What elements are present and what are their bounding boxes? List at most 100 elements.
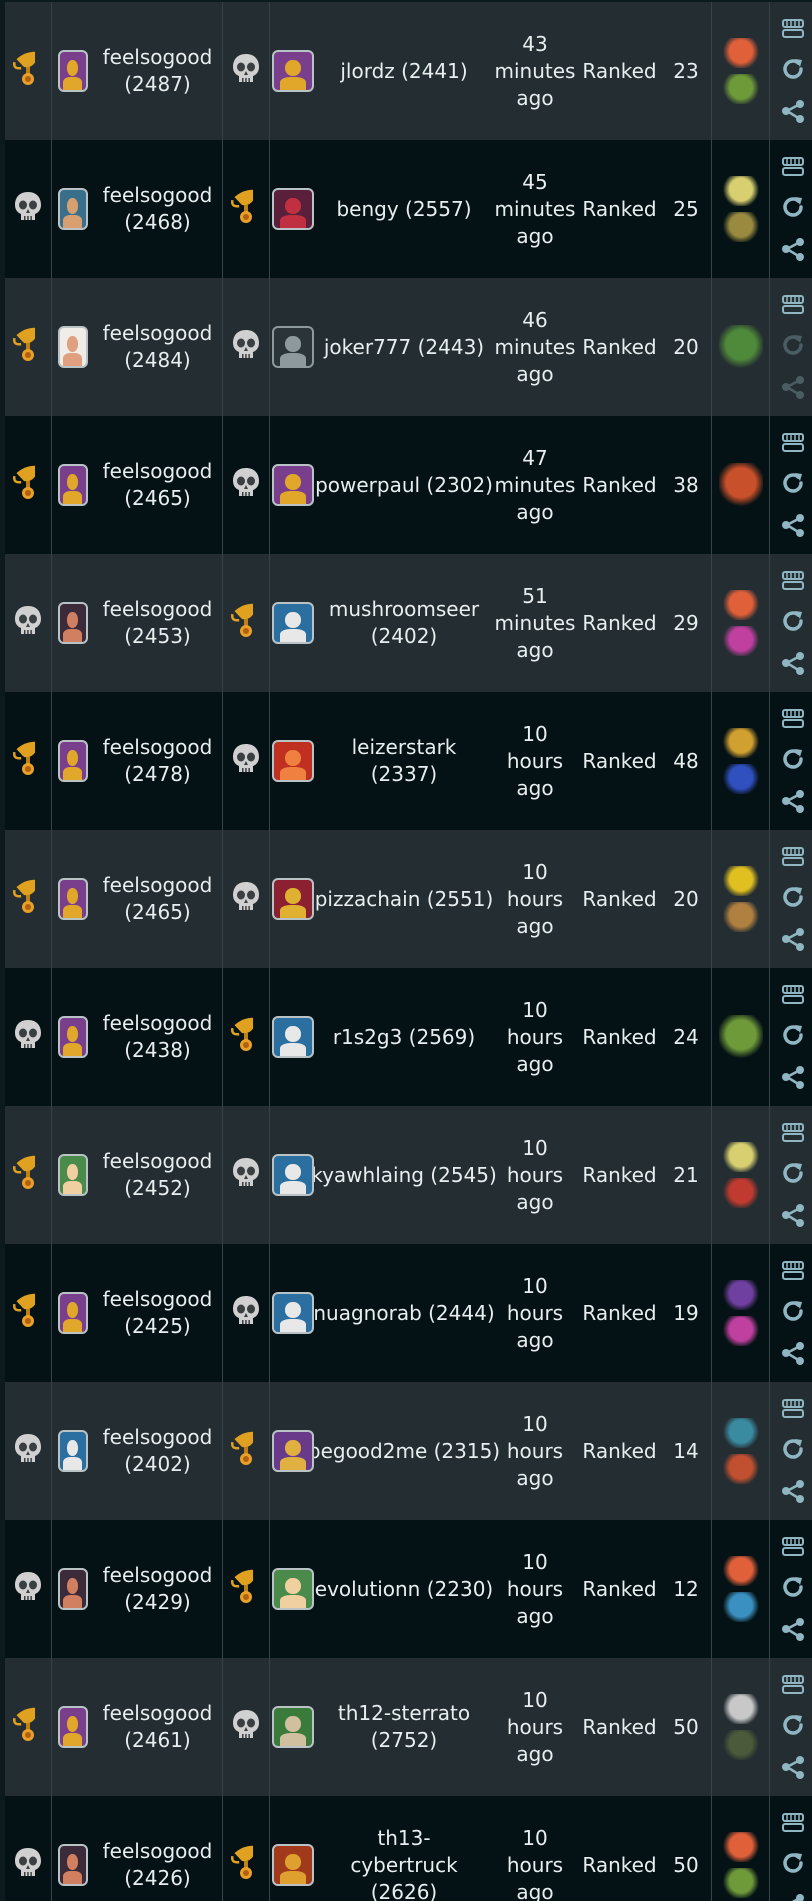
player2-avatar[interactable] bbox=[272, 1154, 314, 1196]
replay-icon[interactable] bbox=[780, 1022, 806, 1048]
player1-name[interactable]: feelsogood bbox=[103, 734, 213, 761]
default-avatar-icon[interactable] bbox=[272, 326, 314, 368]
blue-orb-icon[interactable] bbox=[721, 764, 760, 794]
bandage-icon[interactable] bbox=[721, 38, 760, 68]
player2-avatar[interactable] bbox=[272, 740, 314, 782]
player1-name-cell[interactable]: feelsogood (2478) bbox=[93, 692, 223, 830]
green-hands-icon[interactable] bbox=[721, 1868, 760, 1898]
player2-name-cell[interactable]: r1s2g3 (2569) bbox=[316, 968, 492, 1106]
share-icon[interactable] bbox=[780, 926, 806, 952]
player1-name-cell[interactable]: feelsogood (2402) bbox=[93, 1382, 223, 1520]
deck-list-icon[interactable] bbox=[781, 18, 805, 40]
player1-avatar[interactable] bbox=[57, 740, 88, 782]
player1-name[interactable]: feelsogood bbox=[103, 182, 213, 209]
player2-avatar[interactable] bbox=[272, 50, 314, 92]
player1-avatar[interactable] bbox=[57, 464, 88, 506]
player1-name-cell[interactable]: feelsogood (2429) bbox=[93, 1520, 223, 1658]
replay-icon[interactable] bbox=[780, 1298, 806, 1324]
player1-name[interactable]: feelsogood bbox=[103, 1148, 213, 1175]
share-icon[interactable] bbox=[780, 236, 806, 262]
deck-list-icon[interactable] bbox=[781, 1674, 805, 1696]
player1-name[interactable]: feelsogood bbox=[103, 1562, 213, 1589]
player1-avatar[interactable] bbox=[57, 1706, 88, 1748]
dragon-head-icon[interactable] bbox=[718, 325, 763, 369]
deck-list-icon[interactable] bbox=[781, 1122, 805, 1144]
player2-avatar[interactable] bbox=[272, 1706, 314, 1748]
player1-avatar[interactable] bbox=[57, 50, 88, 92]
player1-avatar[interactable] bbox=[57, 1292, 88, 1334]
lightning-icon[interactable] bbox=[721, 1142, 760, 1172]
green-hands-icon[interactable] bbox=[718, 1015, 763, 1059]
player2-name-cell[interactable]: pizzachain (2551) bbox=[315, 830, 494, 968]
bandage-icon[interactable] bbox=[721, 1832, 760, 1862]
player2-name[interactable]: leizerstark (2337) bbox=[316, 734, 492, 788]
player2-name[interactable]: mushroomseer (2402) bbox=[316, 596, 492, 650]
share-icon[interactable] bbox=[780, 1754, 806, 1780]
player1-name-cell[interactable]: feelsogood (2487) bbox=[93, 2, 223, 140]
player2-name[interactable]: joker777 (2443) bbox=[324, 334, 484, 361]
player2-name-cell[interactable]: bengy (2557) bbox=[316, 140, 492, 278]
player2-name[interactable]: bengy (2557) bbox=[336, 196, 471, 223]
share-icon[interactable] bbox=[780, 1064, 806, 1090]
player2-avatar[interactable] bbox=[272, 1016, 314, 1058]
player1-name-cell[interactable]: feelsogood (2465) bbox=[93, 416, 223, 554]
player1-name-cell[interactable]: feelsogood (2452) bbox=[93, 1106, 223, 1244]
blue-cards-icon[interactable] bbox=[721, 1592, 760, 1622]
color-wheel-icon[interactable] bbox=[721, 626, 760, 656]
player2-name-cell[interactable]: th13-cybertruck (2626) bbox=[316, 1796, 492, 1901]
player1-avatar[interactable] bbox=[57, 1844, 88, 1886]
player2-name[interactable]: th12-sterrato (2752) bbox=[316, 1700, 492, 1754]
player2-name-cell[interactable]: evolutionn (2230) bbox=[315, 1520, 493, 1658]
lightning-icon[interactable] bbox=[721, 176, 760, 206]
share-icon[interactable] bbox=[780, 788, 806, 814]
deck-list-icon[interactable] bbox=[781, 294, 805, 316]
deck-list-icon[interactable] bbox=[781, 156, 805, 178]
player1-avatar[interactable] bbox=[57, 326, 88, 368]
player1-name[interactable]: feelsogood bbox=[103, 44, 213, 71]
shield-icon[interactable] bbox=[721, 728, 760, 758]
bow-icon[interactable] bbox=[721, 902, 760, 932]
replay-icon[interactable] bbox=[780, 194, 806, 220]
share-icon[interactable] bbox=[780, 1892, 806, 1901]
player1-name-cell[interactable]: feelsogood (2438) bbox=[93, 968, 223, 1106]
player2-name[interactable]: begood2me (2315) bbox=[308, 1438, 500, 1465]
replay-icon[interactable] bbox=[780, 1574, 806, 1600]
replay-icon[interactable] bbox=[780, 1436, 806, 1462]
player2-avatar[interactable] bbox=[272, 1292, 314, 1334]
player2-avatar[interactable] bbox=[272, 1430, 314, 1472]
player2-name[interactable]: evolutionn (2230) bbox=[315, 1576, 493, 1603]
replay-icon[interactable] bbox=[780, 1712, 806, 1738]
player2-name[interactable]: powerpaul (2302) bbox=[315, 472, 493, 499]
replay-icon[interactable] bbox=[780, 1850, 806, 1876]
deck-list-icon[interactable] bbox=[781, 1536, 805, 1558]
player1-name[interactable]: feelsogood bbox=[103, 320, 213, 347]
deck-list-icon[interactable] bbox=[781, 708, 805, 730]
player2-name[interactable]: jlordz (2441) bbox=[340, 58, 467, 85]
player1-avatar[interactable] bbox=[57, 188, 88, 230]
deck-list-icon[interactable] bbox=[781, 570, 805, 592]
deck-list-icon[interactable] bbox=[781, 432, 805, 454]
shadow-face-icon[interactable] bbox=[721, 866, 760, 896]
cloud-icon[interactable] bbox=[721, 1694, 760, 1724]
player1-name[interactable]: feelsogood bbox=[103, 596, 213, 623]
player1-name[interactable]: feelsogood bbox=[103, 1838, 213, 1865]
deck-list-icon[interactable] bbox=[781, 984, 805, 1006]
player1-name-cell[interactable]: feelsogood (2468) bbox=[93, 140, 223, 278]
player1-name[interactable]: feelsogood bbox=[103, 1286, 213, 1313]
replay-icon[interactable] bbox=[780, 884, 806, 910]
replay-icon[interactable] bbox=[780, 1160, 806, 1186]
player2-name[interactable]: th13-cybertruck (2626) bbox=[316, 1825, 492, 1901]
share-icon[interactable] bbox=[780, 98, 806, 124]
hooded-figure-icon[interactable] bbox=[721, 1280, 760, 1310]
player2-avatar[interactable] bbox=[272, 188, 314, 230]
player2-name-cell[interactable]: powerpaul (2302) bbox=[315, 416, 493, 554]
player1-name[interactable]: feelsogood bbox=[103, 872, 213, 899]
player2-name[interactable]: nuagnorab (2444) bbox=[313, 1300, 494, 1327]
player1-name-cell[interactable]: feelsogood (2465) bbox=[93, 830, 223, 968]
share-icon[interactable] bbox=[780, 1478, 806, 1504]
player2-name-cell[interactable]: begood2me (2315) bbox=[308, 1382, 500, 1520]
replay-icon[interactable] bbox=[780, 56, 806, 82]
player1-name-cell[interactable]: feelsogood (2484) bbox=[93, 278, 223, 416]
fox-icon[interactable] bbox=[721, 1454, 760, 1484]
player1-name[interactable]: feelsogood bbox=[103, 1700, 213, 1727]
